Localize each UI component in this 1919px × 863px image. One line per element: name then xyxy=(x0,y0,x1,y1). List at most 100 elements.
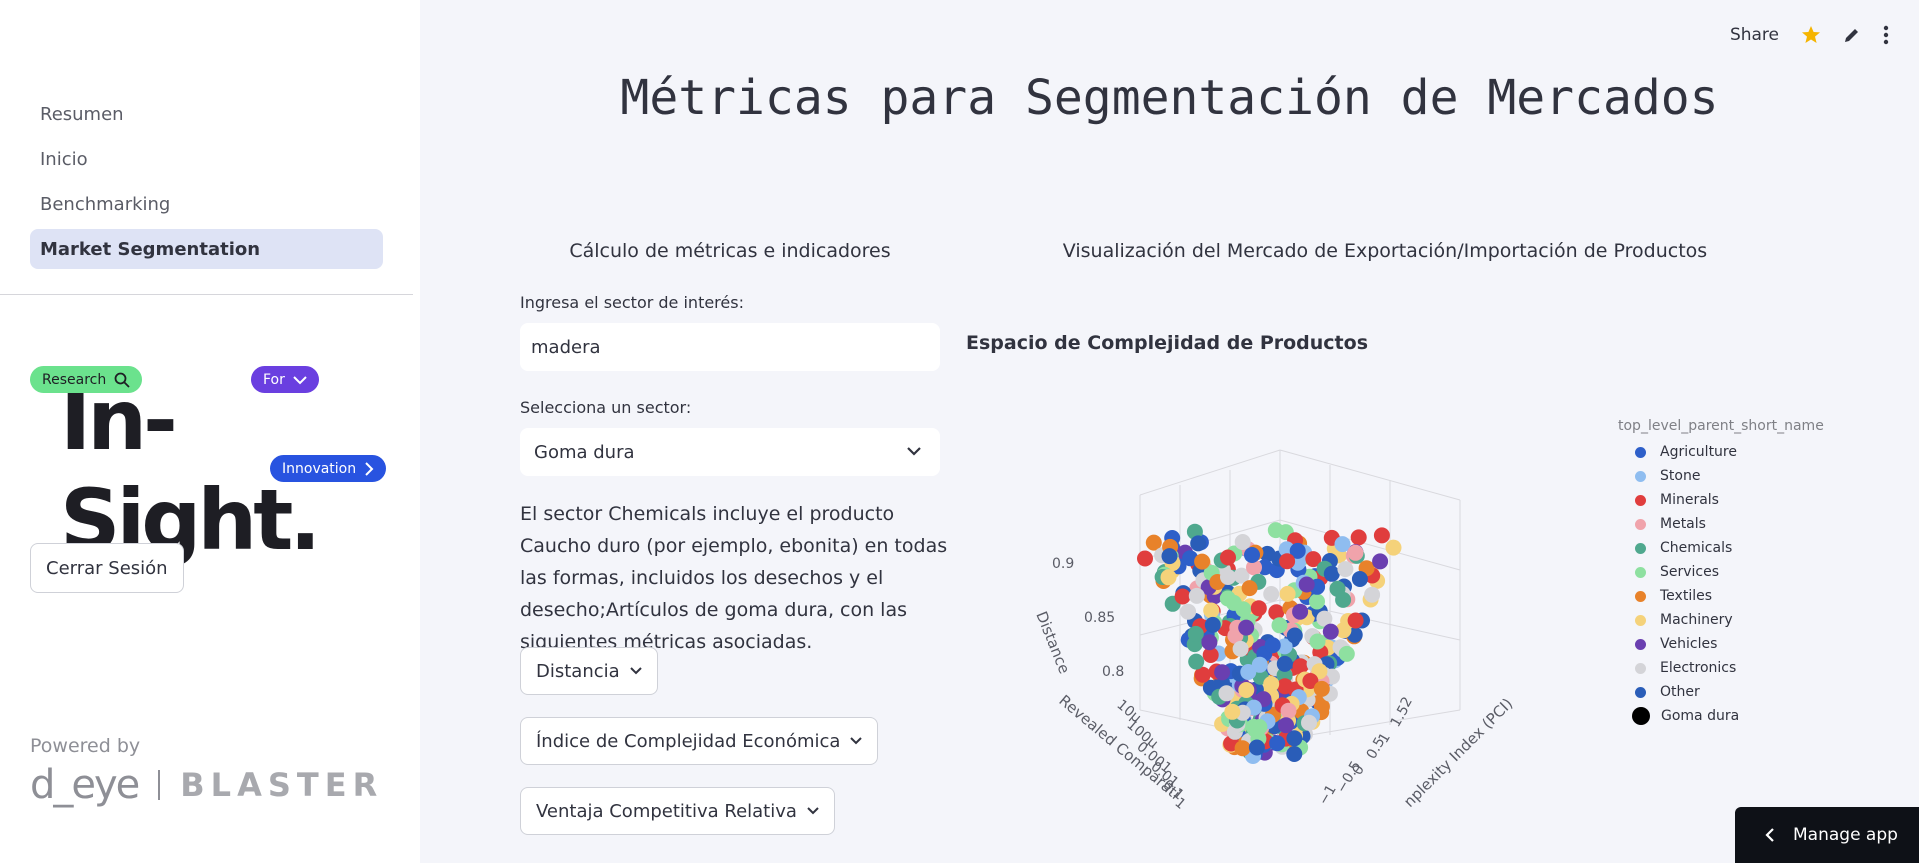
legend-marker xyxy=(1635,662,1646,674)
legend-item[interactable]: Agriculture xyxy=(1618,440,1824,464)
nav-item-inicio[interactable]: Inicio xyxy=(30,139,383,179)
legend-marker xyxy=(1635,446,1646,458)
logo-pill-for-label: For xyxy=(263,371,285,388)
expander-ventaja[interactable]: Ventaja Competitiva Relativa xyxy=(520,787,835,835)
legend-label: Vehicles xyxy=(1660,636,1718,652)
legend-label: Stone xyxy=(1660,468,1701,484)
y-axis-label: nplexity Index (PCI) xyxy=(1400,695,1516,810)
legend-marker xyxy=(1632,707,1650,725)
manage-app-button[interactable]: Manage app xyxy=(1735,807,1919,863)
plot-point xyxy=(1269,735,1286,752)
plot-point xyxy=(1161,548,1178,565)
plot-point xyxy=(1280,702,1297,719)
chevron-down-icon xyxy=(850,737,863,745)
plot-point xyxy=(1279,585,1296,602)
plot-point xyxy=(1174,588,1191,605)
plot-point xyxy=(1309,633,1326,650)
plot-point xyxy=(1347,544,1364,561)
plot-point xyxy=(1350,529,1367,546)
legend-item[interactable]: Electronics xyxy=(1618,656,1824,680)
sector-search-input[interactable]: madera xyxy=(520,323,940,371)
logout-button[interactable]: Cerrar Sesión xyxy=(30,543,184,593)
sidebar: Resumen Inicio Benchmarking Market Segme… xyxy=(0,0,420,863)
edit-icon[interactable] xyxy=(1843,26,1861,44)
plot-point xyxy=(1188,653,1205,670)
plot-point xyxy=(1218,685,1235,702)
z-tick-2: 0.85 xyxy=(1084,610,1115,626)
plot-point xyxy=(1335,591,1352,608)
legend-item[interactable]: Stone xyxy=(1618,464,1824,488)
legend-item[interactable]: Vehicles xyxy=(1618,632,1824,656)
nav-item-resumen[interactable]: Resumen xyxy=(30,94,383,134)
plot-point xyxy=(1292,603,1309,620)
legend-label: Textiles xyxy=(1660,588,1713,604)
plot-legend: top_level_parent_short_name Agriculture S… xyxy=(1618,418,1824,728)
legend-marker xyxy=(1635,638,1646,650)
plot-point xyxy=(1373,527,1390,544)
plot-point xyxy=(1220,549,1236,566)
nav-item-benchmarking[interactable]: Benchmarking xyxy=(30,184,383,224)
plot-point xyxy=(1263,676,1280,692)
legend-marker xyxy=(1635,518,1646,530)
plot-point xyxy=(1263,586,1280,602)
legend-item[interactable]: Services xyxy=(1618,560,1824,584)
legend-item[interactable]: Machinery xyxy=(1618,608,1824,632)
plot-points xyxy=(1137,522,1402,764)
plot-point xyxy=(1313,680,1330,697)
right-column-header: Visualización del Mercado de Exportación… xyxy=(1062,240,1708,262)
plot-point xyxy=(1160,569,1177,586)
legend-title: top_level_parent_short_name xyxy=(1618,418,1824,434)
plot-point xyxy=(1250,600,1267,617)
deye-logo: d_eye xyxy=(30,762,140,808)
z-axis-label: Distance xyxy=(1032,609,1073,677)
brand-divider xyxy=(158,770,161,800)
share-button[interactable]: Share xyxy=(1730,25,1779,45)
chevron-down-icon xyxy=(807,807,819,815)
plot-point xyxy=(1338,645,1355,662)
expander-distancia[interactable]: Distancia xyxy=(520,647,658,695)
star-icon[interactable] xyxy=(1801,25,1821,45)
chevron-down-icon xyxy=(907,447,921,456)
sector-select[interactable]: Goma dura xyxy=(520,428,940,476)
legend-item[interactable]: Minerals xyxy=(1618,488,1824,512)
legend-item[interactable]: Chemicals xyxy=(1618,536,1824,560)
legend-item[interactable]: Textiles xyxy=(1618,584,1824,608)
plot-point xyxy=(1276,655,1293,672)
plot-point xyxy=(1240,664,1257,680)
plot-point xyxy=(1298,576,1315,593)
page-title: Métricas para Segmentación de Mercados xyxy=(620,70,1719,126)
plot-point xyxy=(1247,721,1264,738)
more-vertical-icon[interactable] xyxy=(1883,25,1889,45)
plot-point xyxy=(1301,714,1317,731)
plot-point xyxy=(1264,637,1281,654)
expander-ventaja-label: Ventaja Competitiva Relativa xyxy=(536,800,797,822)
plot-point xyxy=(1347,612,1364,629)
manage-app-label: Manage app xyxy=(1793,825,1898,845)
sector-select-value: Goma dura xyxy=(534,441,635,463)
sector-search-value: madera xyxy=(531,336,601,358)
blaster-logo: BLASTER xyxy=(180,766,384,804)
sector-select-label: Selecciona un sector: xyxy=(520,398,692,417)
z-tick-3: 0.8 xyxy=(1102,664,1124,680)
plot-point xyxy=(1235,601,1252,618)
expander-complejidad[interactable]: Índice de Complejidad Económica xyxy=(520,717,879,765)
legend-marker xyxy=(1635,494,1646,506)
nav-item-market-segmentation[interactable]: Market Segmentation xyxy=(30,229,383,269)
plot-point xyxy=(1309,593,1325,610)
plot-point xyxy=(1234,534,1251,550)
legend-item[interactable]: Metals xyxy=(1618,512,1824,536)
plot-point xyxy=(1238,682,1255,698)
plot-point xyxy=(1194,553,1211,570)
legend-item[interactable]: Other xyxy=(1618,680,1824,704)
plot-point xyxy=(1232,640,1249,657)
legend-label: Other xyxy=(1660,684,1700,700)
scatter-3d-plot[interactable]: 0.9 0.85 0.8 Distance 10μ 100μ 0.001 0.0… xyxy=(1000,410,1560,810)
plot-point xyxy=(1180,603,1197,620)
legend-item[interactable]: Goma dura xyxy=(1618,704,1824,728)
legend-label: Agriculture xyxy=(1660,444,1737,460)
sidebar-divider xyxy=(0,294,413,295)
legend-label: Goma dura xyxy=(1661,708,1740,724)
plot-point xyxy=(1137,550,1153,567)
logo-pill-research-label: Research xyxy=(42,371,107,388)
legend-marker xyxy=(1635,590,1646,602)
